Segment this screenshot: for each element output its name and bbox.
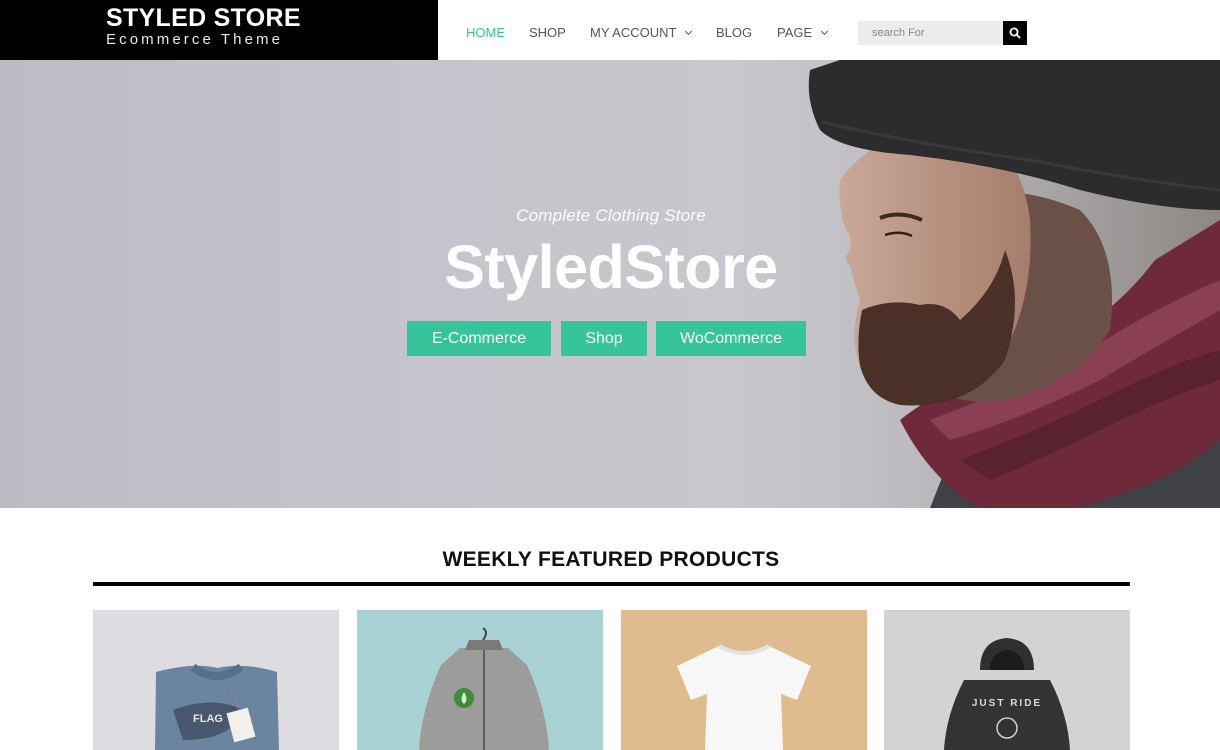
product-image-hoodie: JUST RIDE <box>884 610 1130 750</box>
nav-my-account-label: MY ACCOUNT <box>590 25 677 40</box>
product-card-hoodie[interactable]: JUST RIDE <box>884 610 1130 750</box>
ecommerce-button[interactable]: E-Commerce <box>407 321 551 356</box>
nav-blog-label: BLOG <box>716 25 753 40</box>
product-card-tshirt[interactable] <box>621 610 867 750</box>
product-image-sweatshirt: FLAG <box>93 610 339 750</box>
nav-my-account[interactable]: MY ACCOUNT <box>590 25 693 40</box>
search-icon <box>1009 27 1021 39</box>
nav-page[interactable]: PAGE <box>777 25 829 40</box>
product-image-jacket <box>357 610 603 750</box>
logo[interactable]: STYLED STORE Ecommerce Theme <box>0 0 438 60</box>
chevron-down-icon <box>821 27 829 36</box>
hero-banner: Complete Clothing Store StyledStore E-Co… <box>0 60 1220 508</box>
section-divider <box>93 582 1130 586</box>
site-tagline: Ecommerce Theme <box>106 31 284 48</box>
hero-title: StyledStore <box>444 233 778 301</box>
main-nav: HOME SHOP MY ACCOUNT BLOG PAGE <box>438 6 1220 60</box>
search-button[interactable] <box>1003 21 1027 45</box>
product-card-sweatshirt[interactable]: FLAG <box>93 610 339 750</box>
nav-home[interactable]: HOME <box>466 25 505 40</box>
flag-print-text: FLAG <box>193 713 223 725</box>
search-input[interactable] <box>858 21 1004 45</box>
hero-tagline: Complete Clothing Store <box>516 206 706 225</box>
chevron-down-icon <box>685 27 693 36</box>
nav-home-label: HOME <box>466 25 505 40</box>
nav-shop-label: SHOP <box>529 25 566 40</box>
shop-button[interactable]: Shop <box>561 321 647 356</box>
woocommerce-button[interactable]: WoCommerce <box>656 321 806 356</box>
product-image-tshirt <box>621 610 867 750</box>
site-title[interactable]: STYLED STORE <box>106 4 301 33</box>
nav-shop[interactable]: SHOP <box>529 25 566 40</box>
product-card-jacket[interactable] <box>357 610 603 750</box>
featured-section-title: WEEKLY FEATURED PRODUCTS <box>442 548 780 571</box>
site-header: STYLED STORE Ecommerce Theme HOME SHOP M… <box>0 0 1220 60</box>
nav-blog[interactable]: BLOG <box>716 25 752 40</box>
hoodie-print-text: JUST RIDE <box>972 698 1042 709</box>
nav-page-label: PAGE <box>777 25 813 40</box>
